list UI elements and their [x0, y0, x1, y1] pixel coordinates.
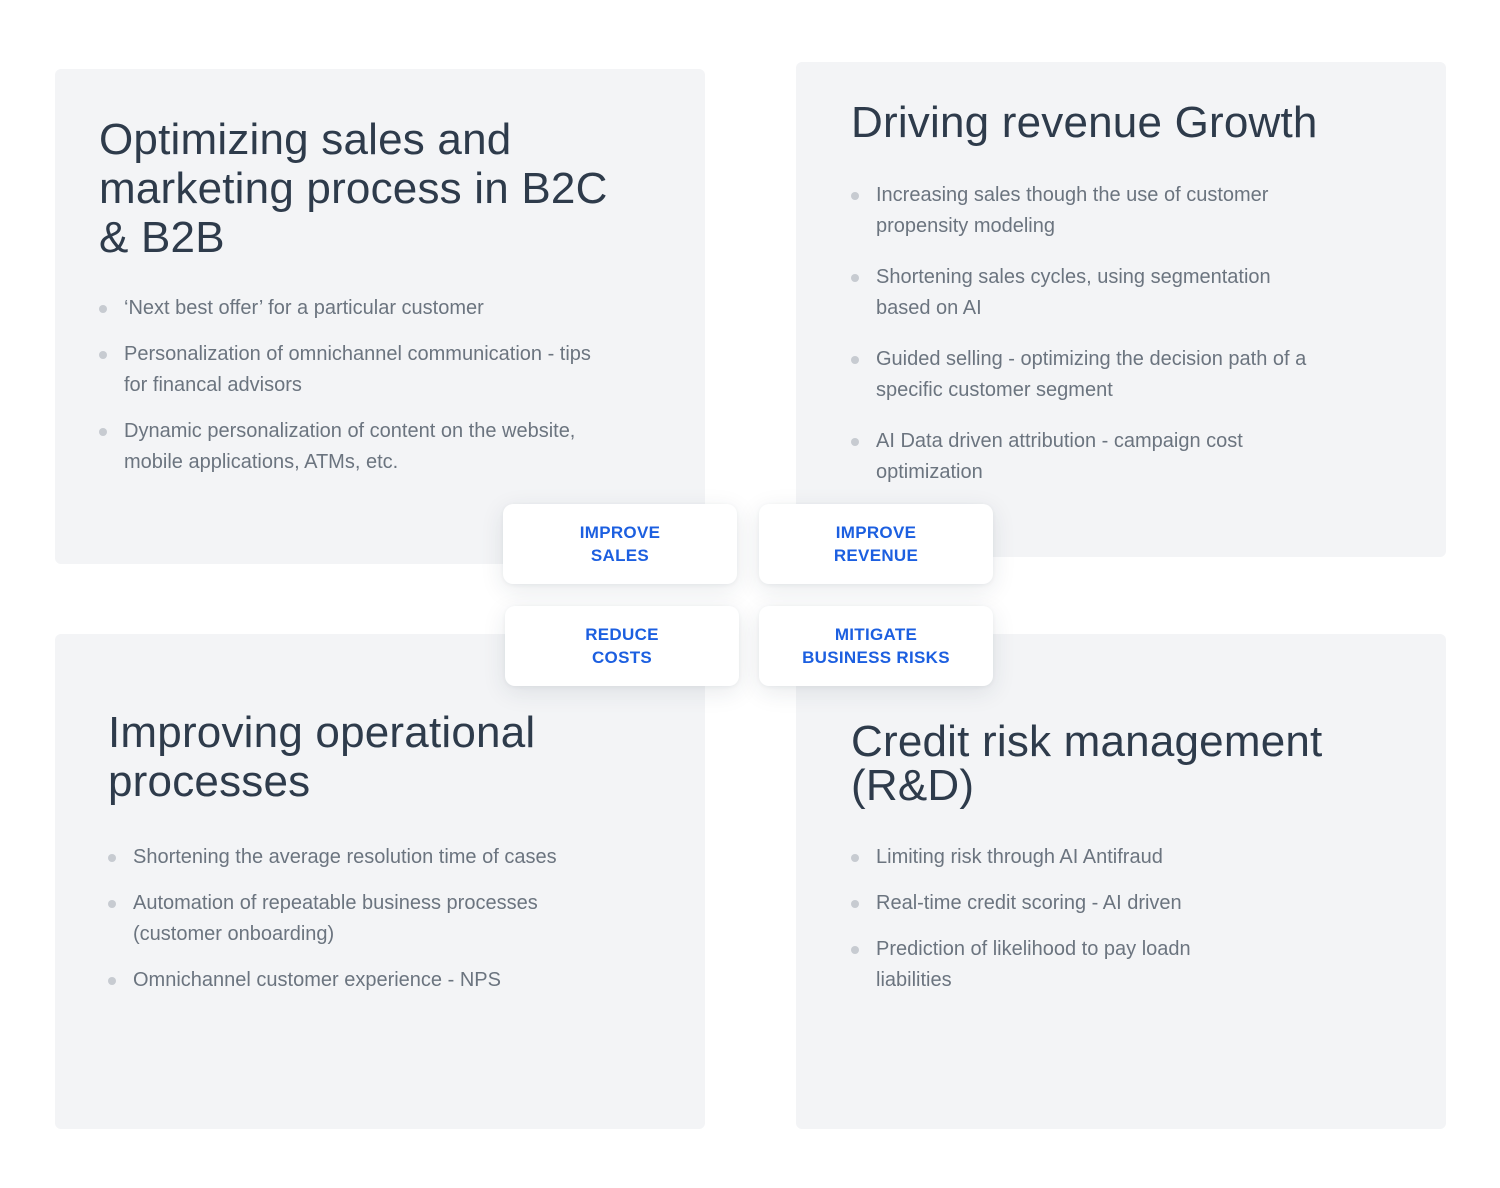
list-item: Omnichannel customer experience - NPS [108, 965, 578, 996]
bullet-dot-icon [851, 192, 859, 200]
list-item-text: Real-time credit scoring - AI driven [876, 892, 1182, 914]
bullet-list: Shortening the average resolution time o… [108, 842, 578, 1011]
pill-label: REDUCE COSTS [585, 625, 659, 667]
list-item: Shortening sales cycles, using segmentat… [851, 262, 1321, 324]
list-item-text: Personalization of omnichannel communica… [124, 343, 591, 396]
list-item-text: Omnichannel customer experience - NPS [133, 969, 501, 991]
pill-mitigate-business-risks: MITIGATE BUSINESS RISKS [759, 606, 993, 686]
list-item: Real-time credit scoring - AI driven [851, 888, 1271, 919]
bullet-dot-icon [108, 900, 116, 908]
bullet-dot-icon [108, 854, 116, 862]
bullet-dot-icon [108, 977, 116, 985]
list-item: Personalization of omnichannel communica… [99, 339, 619, 401]
pill-label: IMPROVE REVENUE [833, 523, 919, 565]
pill-reduce-costs: REDUCE COSTS [505, 606, 739, 686]
bullet-dot-icon [99, 305, 107, 313]
list-item-text: Guided selling - optimizing the decision… [876, 348, 1307, 401]
list-item-text: AI Data driven attribution - campaign co… [876, 430, 1243, 483]
bullet-list: Increasing sales though the use of custo… [851, 180, 1321, 508]
list-item-text: ‘Next best offer’ for a particular custo… [124, 297, 484, 319]
list-item: Prediction of likelihood to pay loadn li… [851, 934, 1271, 996]
list-item: Limiting risk through AI Antifraud [851, 842, 1271, 873]
bullet-dot-icon [99, 428, 107, 436]
card-credit-risk: Credit risk management (R&D) Limiting ri… [796, 634, 1446, 1129]
card-improving-operations: Improving operational processes Shorteni… [55, 634, 705, 1129]
card-title: Credit risk management (R&D) [851, 717, 1323, 810]
bullet-dot-icon [851, 900, 859, 908]
list-item: AI Data driven attribution - campaign co… [851, 426, 1321, 488]
bullet-dot-icon [851, 356, 859, 364]
list-item-text: Automation of repeatable business proces… [133, 892, 538, 945]
card-title: Driving revenue Growth [851, 98, 1318, 147]
list-item-text: Prediction of likelihood to pay loadn li… [876, 938, 1191, 991]
list-item-text: Increasing sales though the use of custo… [876, 184, 1269, 237]
card-title: Optimizing sales and marketing process i… [99, 115, 608, 262]
pill-improve-revenue: IMPROVE REVENUE [759, 504, 993, 584]
pill-label: MITIGATE BUSINESS RISKS [802, 625, 950, 667]
bullet-list: ‘Next best offer’ for a particular custo… [99, 293, 619, 493]
list-item: Increasing sales though the use of custo… [851, 180, 1321, 242]
bullet-dot-icon [851, 274, 859, 282]
card-title: Improving operational processes [108, 708, 536, 806]
list-item-text: Shortening sales cycles, using segmentat… [876, 266, 1271, 319]
pill-improve-sales: IMPROVE SALES [503, 504, 737, 584]
list-item: ‘Next best offer’ for a particular custo… [99, 293, 619, 324]
list-item: Automation of repeatable business proces… [108, 888, 578, 950]
bullet-dot-icon [99, 351, 107, 359]
bullet-dot-icon [851, 854, 859, 862]
list-item-text: Limiting risk through AI Antifraud [876, 846, 1163, 868]
pill-label: IMPROVE SALES [579, 523, 661, 565]
list-item: Dynamic personalization of content on th… [99, 416, 619, 478]
list-item: Shortening the average resolution time o… [108, 842, 578, 873]
list-item-text: Shortening the average resolution time o… [133, 846, 557, 868]
bullet-list: Limiting risk through AI Antifraud Real-… [851, 842, 1271, 1011]
list-item-text: Dynamic personalization of content on th… [124, 420, 576, 473]
bullet-dot-icon [851, 438, 859, 446]
card-optimizing-sales: Optimizing sales and marketing process i… [55, 69, 705, 564]
bullet-dot-icon [851, 946, 859, 954]
list-item: Guided selling - optimizing the decision… [851, 344, 1321, 406]
card-driving-revenue: Driving revenue Growth Increasing sales … [796, 62, 1446, 557]
